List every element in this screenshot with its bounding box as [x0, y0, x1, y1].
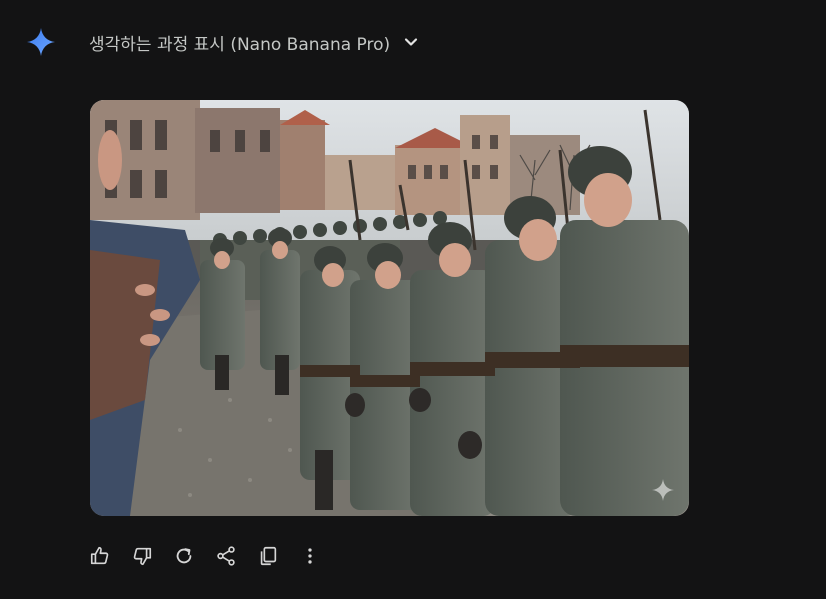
- more-vert-icon: [308, 548, 312, 564]
- show-thinking-toggle[interactable]: 생각하는 과정 표시 (Nano Banana Pro): [89, 29, 420, 55]
- chevron-down-icon: [402, 33, 420, 51]
- more-options-button[interactable]: [296, 542, 324, 570]
- generated-image[interactable]: [90, 100, 689, 516]
- show-thinking-label: 생각하는 과정 표시 (Nano Banana Pro): [89, 34, 391, 55]
- share-icon: [217, 546, 235, 566]
- regenerate-icon: [176, 548, 192, 564]
- good-response-button[interactable]: [86, 542, 114, 570]
- gemini-sparkle-icon: [27, 28, 55, 56]
- bad-response-button[interactable]: [128, 542, 156, 570]
- sparkle-watermark-icon: [652, 479, 674, 501]
- response-actions: [86, 541, 338, 571]
- response-container: 생각하는 과정 표시 (Nano Banana Pro): [0, 0, 826, 599]
- copy-icon: [260, 546, 277, 566]
- thumbs-down-icon: [133, 547, 152, 566]
- thumbs-up-icon: [90, 546, 109, 565]
- generated-image-content: [90, 100, 689, 516]
- copy-button[interactable]: [254, 542, 282, 570]
- share-button[interactable]: [212, 542, 240, 570]
- regenerate-button[interactable]: [170, 542, 198, 570]
